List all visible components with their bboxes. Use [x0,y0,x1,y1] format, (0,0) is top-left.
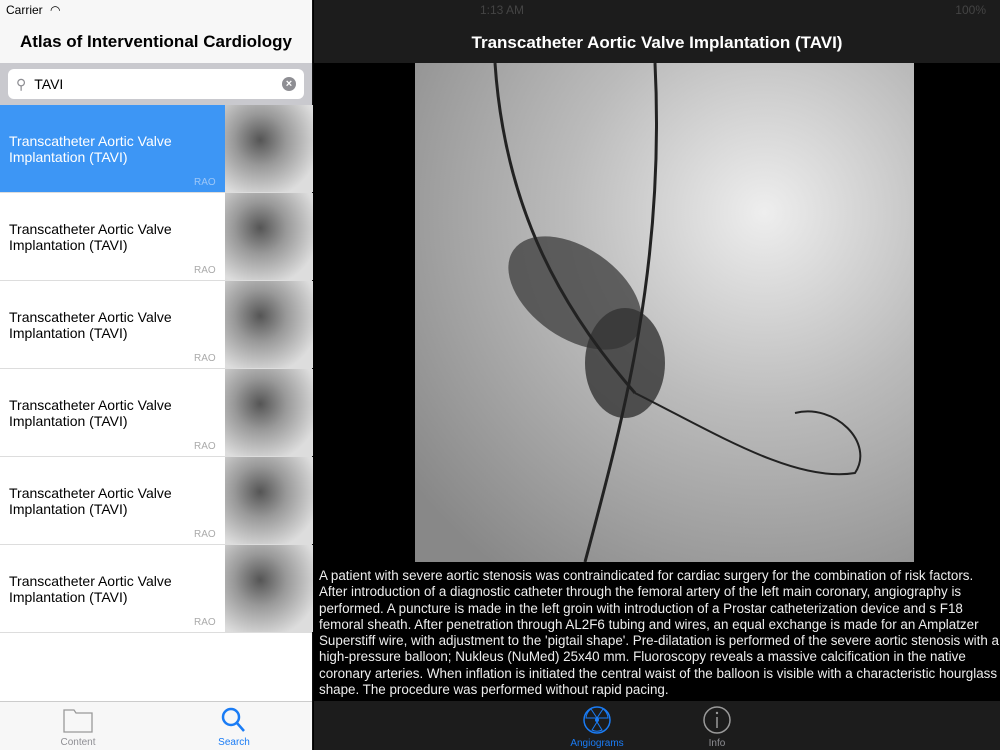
projection-tag: RAO [194,353,216,364]
result-row[interactable]: Transcatheter Aortic Valve Implantation … [0,105,313,193]
result-title: Transcatheter Aortic Valve Implantation … [9,309,172,341]
tab-info[interactable]: Info [687,701,747,750]
result-title: Transcatheter Aortic Valve Implantation … [9,133,172,165]
search-value[interactable]: TAVI [34,76,282,92]
result-thumbnail [225,105,313,192]
master-nav-bar: Carrier ◠ Atlas of Interventional Cardio… [0,0,312,63]
info-icon [703,706,731,734]
tab-angiograms-label: Angiograms [570,738,624,749]
result-row[interactable]: Transcatheter Aortic Valve Implantation … [0,545,313,633]
projection-tag: RAO [194,529,216,540]
wifi-icon: ◠ [50,3,61,17]
detail-nav-bar: 1:13 AM 100% Transcatheter Aortic Valve … [314,0,1000,63]
master-panel: Carrier ◠ Atlas of Interventional Cardio… [0,0,313,750]
result-row[interactable]: Transcatheter Aortic Valve Implantation … [0,369,313,457]
battery-label: 100% [955,3,986,17]
folder-icon [63,709,93,733]
result-thumbnail [225,457,313,544]
result-title: Transcatheter Aortic Valve Implantation … [9,485,172,517]
angiogram-image[interactable] [415,62,914,563]
tab-angiograms[interactable]: Angiograms [567,701,627,750]
search-input[interactable]: ⚲ TAVI × [8,69,304,99]
description-text: A patient with severe aortic stenosis wa… [319,568,999,698]
projection-tag: RAO [194,177,216,188]
detail-panel: 1:13 AM 100% Transcatheter Aortic Valve … [314,0,1000,750]
radiation-icon [583,706,611,734]
result-row[interactable]: Transcatheter Aortic Valve Implantation … [0,281,313,369]
result-row[interactable]: Transcatheter Aortic Valve Implantation … [0,193,313,281]
clear-search-icon[interactable]: × [282,77,296,91]
search-icon [221,707,245,732]
search-bar: ⚲ TAVI × [0,63,312,105]
detail-title: Transcatheter Aortic Valve Implantation … [471,33,843,52]
projection-tag: RAO [194,265,216,276]
result-title: Transcatheter Aortic Valve Implantation … [9,397,172,429]
tab-search[interactable]: Search [156,702,312,750]
result-thumbnail [225,369,313,456]
projection-tag: RAO [194,617,216,628]
search-icon: ⚲ [16,75,27,92]
result-thumbnail [225,281,313,368]
carrier-label: Carrier [6,3,43,17]
app-title: Atlas of Interventional Cardiology [19,32,293,51]
clock: 1:13 AM [480,3,525,17]
tab-search-label: Search [218,737,250,748]
tab-content-label: Content [60,737,96,748]
tab-content[interactable]: Content [0,702,156,750]
result-title: Transcatheter Aortic Valve Implantation … [9,573,172,605]
projection-tag: RAO [194,441,216,452]
tab-info-label: Info [708,738,726,749]
result-thumbnail [225,193,313,280]
result-row[interactable]: Transcatheter Aortic Valve Implantation … [0,457,313,545]
results-list: Transcatheter Aortic Valve Implantation … [0,105,313,633]
detail-tab-bar: Angiograms Info [314,701,1000,750]
result-thumbnail [225,545,313,632]
result-title: Transcatheter Aortic Valve Implantation … [9,221,172,253]
master-tab-bar: Content Search [0,701,312,750]
